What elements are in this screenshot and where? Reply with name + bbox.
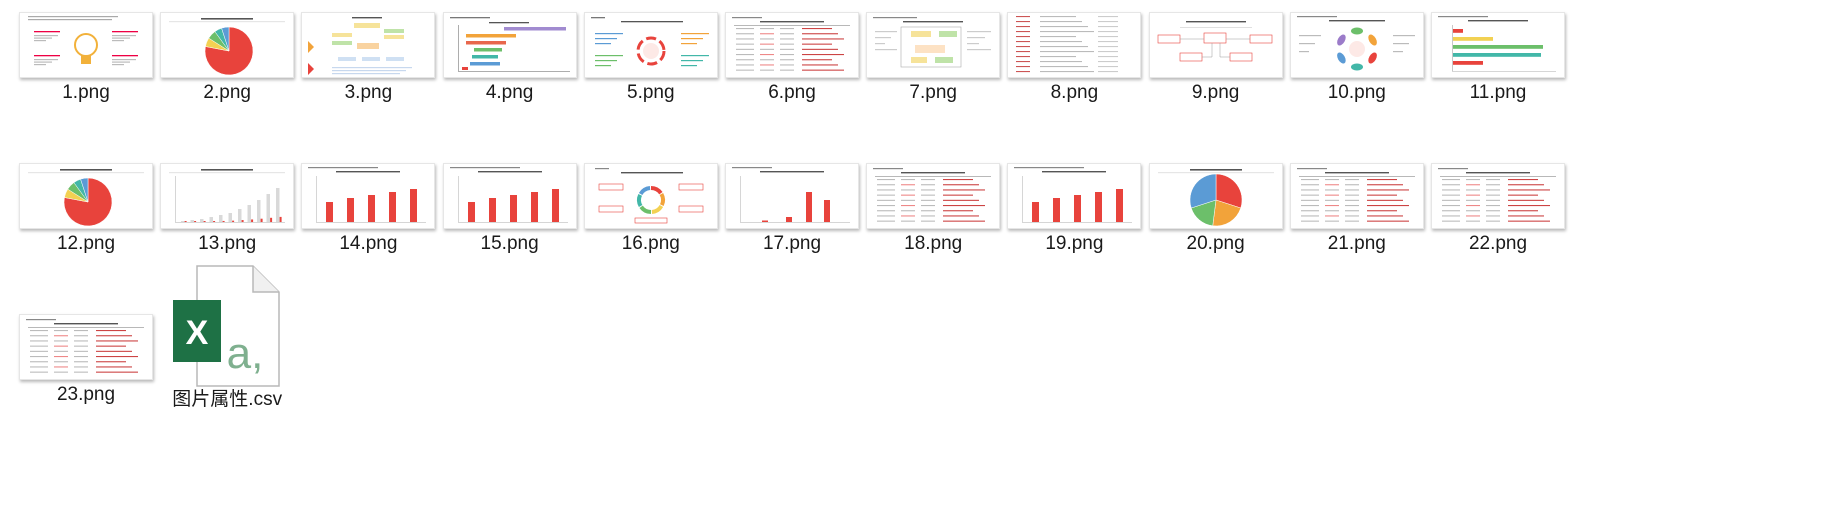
image-preview xyxy=(1007,163,1142,229)
file-thumbnail xyxy=(152,0,302,78)
file-name-label: 2.png xyxy=(203,82,251,103)
file-item[interactable]: 14.png xyxy=(293,139,443,279)
file-thumbnail xyxy=(152,139,302,229)
svg-text:X: X xyxy=(186,314,209,352)
image-preview xyxy=(725,163,859,229)
image-preview xyxy=(19,314,153,380)
image-preview xyxy=(866,163,1001,229)
image-preview xyxy=(301,12,436,78)
file-name-label: 19.png xyxy=(1045,233,1104,254)
image-preview xyxy=(301,163,436,229)
file-name-label: 11.png xyxy=(1469,82,1527,103)
file-item[interactable]: 21.png xyxy=(1282,139,1432,279)
file-item[interactable]: 6.png xyxy=(717,0,867,128)
file-item[interactable]: 1.png xyxy=(11,0,161,128)
file-item[interactable]: 2.png xyxy=(152,0,302,128)
file-name-label: 16.png xyxy=(621,233,680,254)
file-item[interactable]: 11.png xyxy=(1423,0,1573,128)
file-name-label: 9.png xyxy=(1191,82,1240,103)
file-name-label: 13.png xyxy=(198,233,257,254)
file-name-label: 5.png xyxy=(627,82,675,103)
image-preview xyxy=(583,163,718,229)
file-item[interactable]: 20.png xyxy=(1141,139,1291,279)
file-item[interactable]: 5.png xyxy=(576,0,726,128)
file-name-label: 1.png xyxy=(62,82,110,103)
file-name-label: 7.png xyxy=(909,82,957,103)
image-preview xyxy=(1289,163,1424,229)
file-thumbnail xyxy=(717,139,867,229)
image-preview xyxy=(160,12,295,78)
file-thumbnail xyxy=(999,139,1149,229)
image-preview xyxy=(866,12,1001,78)
file-thumbnail xyxy=(435,139,585,229)
file-name-label: 10.png xyxy=(1327,82,1386,103)
file-name-label: 21.png xyxy=(1327,233,1386,254)
file-name-label: 14.png xyxy=(339,233,398,254)
excel-file-icon: X a, xyxy=(171,264,283,388)
file-thumbnail xyxy=(435,0,585,78)
image-preview xyxy=(583,12,718,78)
file-thumbnail xyxy=(1141,0,1291,78)
file-name-label: 22.png xyxy=(1468,233,1528,254)
file-thumbnail xyxy=(1282,139,1432,229)
file-item[interactable]: 7.png xyxy=(858,0,1008,128)
file-item[interactable]: X a, 图片属性.csv xyxy=(152,265,302,430)
image-preview xyxy=(1431,163,1565,229)
file-thumbnail xyxy=(1423,139,1573,229)
file-name-label: 6.png xyxy=(768,82,816,103)
file-item[interactable]: 15.png xyxy=(435,139,585,279)
file-grid: 1.png 2.png 3.png 4.png 5.png 6.png 7.png 8.png… xyxy=(0,0,1841,511)
file-thumbnail xyxy=(1423,0,1573,78)
svg-text:a,: a, xyxy=(227,329,264,378)
file-thumbnail xyxy=(576,0,726,78)
image-preview xyxy=(19,12,153,78)
file-name-label: 20.png xyxy=(1186,233,1245,254)
image-preview xyxy=(442,163,577,229)
file-name-label: 3.png xyxy=(344,82,393,103)
file-name-label: 4.png xyxy=(485,82,534,103)
file-name-label: 12.png xyxy=(56,233,116,254)
file-thumbnail xyxy=(11,290,161,380)
file-item[interactable]: 12.png xyxy=(11,139,161,279)
file-item[interactable]: 23.png xyxy=(11,290,161,430)
file-item[interactable]: 13.png xyxy=(152,139,302,279)
file-name-label: 23.png xyxy=(56,384,116,405)
file-thumbnail xyxy=(999,0,1149,78)
file-item[interactable]: 18.png xyxy=(858,139,1008,279)
image-preview xyxy=(442,12,577,78)
image-preview xyxy=(725,12,859,78)
file-item[interactable]: 22.png xyxy=(1423,139,1573,279)
file-thumbnail xyxy=(576,139,726,229)
file-item[interactable]: 16.png xyxy=(576,139,726,279)
image-preview xyxy=(19,163,153,229)
file-thumbnail xyxy=(858,0,1008,78)
file-name-label: 8.png xyxy=(1050,82,1099,103)
file-name-label: 17.png xyxy=(762,233,822,254)
excel-csv-icon: X a, xyxy=(152,265,302,387)
file-thumbnail xyxy=(858,139,1008,229)
file-name-label: 图片属性.csv xyxy=(172,389,283,410)
file-thumbnail xyxy=(11,139,161,229)
image-preview xyxy=(1007,12,1142,78)
file-thumbnail xyxy=(1141,139,1291,229)
file-item[interactable]: 9.png xyxy=(1141,0,1291,128)
image-preview xyxy=(1431,12,1565,78)
file-item[interactable]: 19.png xyxy=(999,139,1149,279)
file-item[interactable]: 17.png xyxy=(717,139,867,279)
file-item[interactable]: 4.png xyxy=(435,0,585,128)
file-thumbnail xyxy=(1282,0,1432,78)
file-thumbnail xyxy=(293,0,443,78)
file-item[interactable]: 8.png xyxy=(999,0,1149,128)
file-thumbnail xyxy=(293,139,443,229)
image-preview xyxy=(1289,12,1424,78)
image-preview xyxy=(1148,163,1283,229)
image-preview xyxy=(160,163,295,229)
file-thumbnail xyxy=(11,0,161,78)
image-preview xyxy=(1148,12,1283,78)
file-name-label: 18.png xyxy=(904,233,963,254)
file-thumbnail xyxy=(717,0,867,78)
file-item[interactable]: 3.png xyxy=(293,0,443,128)
file-item[interactable]: 10.png xyxy=(1282,0,1432,128)
file-name-label: 15.png xyxy=(480,233,539,254)
